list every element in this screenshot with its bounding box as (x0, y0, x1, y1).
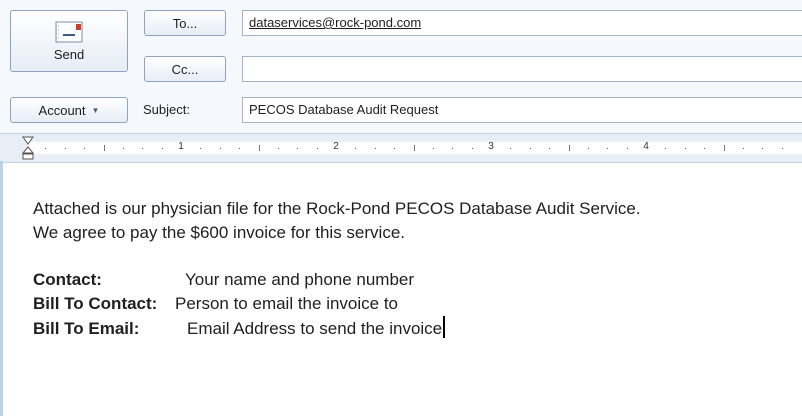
bill-to-email-line: Bill To Email: Email Address to send the … (33, 316, 802, 340)
contact-line: Contact: Your name and phone number (33, 268, 802, 292)
ruler-tick (432, 148, 434, 149)
ruler-tick (258, 145, 260, 151)
contact-value: Your name and phone number (185, 270, 415, 289)
ruler-tick (510, 148, 512, 149)
to-recipient[interactable]: dataservices@rock-pond.com (249, 15, 421, 30)
ruler-tick (549, 148, 551, 149)
message-body[interactable]: Attached is our physician file for the R… (33, 197, 802, 340)
subject-label: Subject: (143, 102, 190, 117)
bill-to-contact-label: Bill To Contact: (33, 294, 158, 313)
bill-to-email-value: Email Address to send the invoice (187, 319, 443, 338)
cc-field[interactable] (242, 56, 802, 82)
ruler-tick (471, 148, 473, 149)
ruler-tick (394, 148, 396, 149)
ruler-tick (529, 148, 531, 149)
body-line-1: Attached is our physician file for the R… (33, 199, 641, 218)
ruler-tick (452, 148, 454, 149)
text-cursor (443, 316, 446, 338)
ruler-tick (626, 148, 628, 149)
ruler-number: 1 (178, 141, 184, 152)
ruler-tick (122, 148, 124, 149)
to-button[interactable]: To... (144, 10, 226, 36)
bill-to-contact-line: Bill To Contact: Person to email the invo… (33, 292, 802, 316)
ruler-number: 4 (643, 141, 649, 152)
bill-to-contact-value: Person to email the invoice to (175, 294, 399, 313)
ruler-tick (239, 148, 241, 149)
ruler-tick (568, 145, 570, 151)
account-label: Account (38, 102, 86, 118)
cc-button[interactable]: Cc... (144, 56, 226, 82)
ruler-number: 2 (333, 141, 339, 152)
ruler-tick (704, 148, 706, 149)
ruler-tick (742, 148, 744, 149)
indent-marker-icon[interactable] (22, 136, 34, 160)
ruler-tick (762, 148, 764, 149)
ruler-tick (723, 145, 725, 151)
subject-field[interactable]: PECOS Database Audit Request (242, 97, 802, 123)
send-button[interactable]: Send (10, 10, 128, 72)
ruler-tick (45, 148, 47, 149)
bill-to-email-label: Bill To Email: (33, 319, 140, 338)
account-button[interactable]: Account ▼ (10, 97, 128, 123)
ruler-tick (316, 148, 318, 149)
ruler-tick (781, 148, 783, 149)
contact-label: Contact: (33, 270, 102, 289)
ruler-tick (103, 145, 105, 151)
ruler-tick (665, 148, 667, 149)
ruler-tick (161, 148, 163, 149)
envelope-send-icon (55, 21, 83, 42)
ruler-tick (413, 145, 415, 151)
ruler-tick (219, 148, 221, 149)
send-label: Send (53, 46, 85, 62)
caret-down-icon: ▼ (91, 105, 100, 115)
ruler-track (28, 142, 802, 154)
ruler-tick (84, 148, 86, 149)
ruler-tick (587, 148, 589, 149)
ruler-tick (142, 148, 144, 149)
ruler-tick (277, 148, 279, 149)
body-left-border (0, 161, 3, 416)
to-field[interactable]: dataservices@rock-pond.com (242, 10, 802, 36)
body-line-2: We agree to pay the $600 invoice for thi… (33, 223, 405, 242)
ruler-tick (374, 148, 376, 149)
ruler: 1 2 3 4 (0, 133, 802, 163)
ruler-tick (200, 148, 202, 149)
compose-header: Send To... Cc... Account ▼ Subject: data… (0, 0, 802, 133)
ruler-tick (355, 148, 357, 149)
ruler-tick (297, 148, 299, 149)
ruler-tick (607, 148, 609, 149)
ruler-tick (64, 148, 66, 149)
ruler-number: 3 (488, 141, 494, 152)
ruler-tick (684, 148, 686, 149)
